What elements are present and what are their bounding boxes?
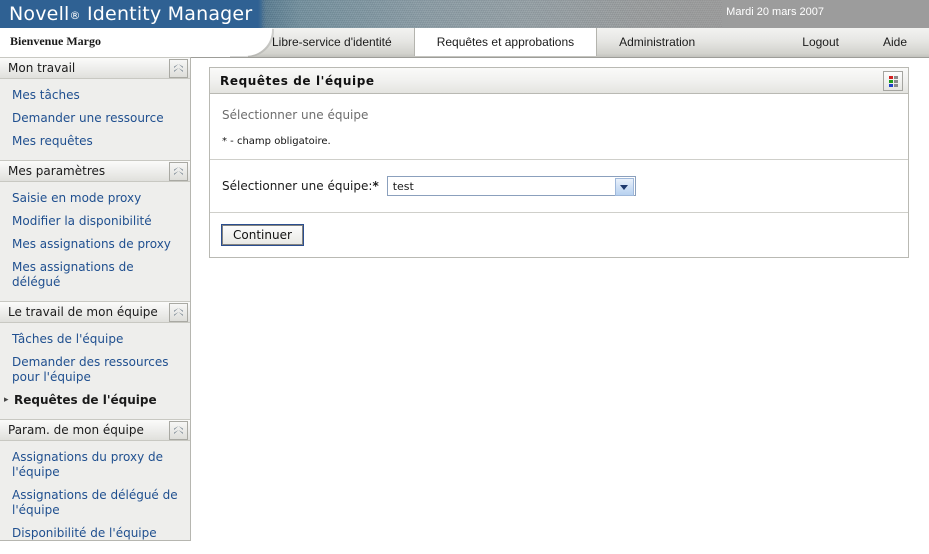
help-link[interactable]: Aide [861,28,929,56]
required-marker: * [372,179,379,193]
welcome-message: Bienvenue Margo [10,34,101,48]
team-select-value: test [392,179,414,193]
page-title: Requêtes de l'équipe [220,73,375,88]
help-label: Aide [882,35,907,49]
chevron-up-icon[interactable] [169,421,188,440]
panel-header: Requêtes de l'équipe [210,68,908,94]
team-select-label-text: Sélectionner une équipe: [222,179,373,193]
grid-cell-red [888,75,893,79]
grid-cell-blue [888,83,893,87]
sidebar-item-mes-requetes[interactable]: Mes requêtes [0,130,190,153]
team-select-dropdown[interactable]: test [386,176,636,196]
sidebar-item-mes-assignations-de-proxy[interactable]: Mes assignations de proxy [0,233,190,256]
banner-texture [262,0,722,28]
sidebar-section-body-mes-parametres: Saisie en mode proxy Modifier la disponi… [0,182,190,301]
sidebar-item-assignations-du-proxy-de-l-equipe[interactable]: Assignations du proxy de l'équipe [0,446,190,484]
tab-administration[interactable]: Administration [597,28,717,56]
sidebar-item-disponibilite-de-l-equipe[interactable]: Disponibilité de l'équipe [0,522,190,540]
sidebar-item-taches-de-l-equipe[interactable]: Tâches de l'équipe [0,328,190,351]
grid-view-glyph [888,75,898,87]
brand-name: Novell [9,3,70,25]
logout-link[interactable]: Logout [780,28,861,56]
sidebar-section-header-mon-travail[interactable]: Mon travail [0,57,190,79]
content-panel: Requêtes de l'équipe Sélectionner une éq… [209,67,909,258]
continue-button[interactable]: Continuer [221,224,304,246]
sidebar-section-header-param-equipe[interactable]: Param. de mon équipe [0,419,190,441]
logout-label: Logout [802,35,839,49]
sidebar-section-body-param-equipe: Assignations du proxy de l'équipe Assign… [0,441,190,540]
tab-label: Administration [619,35,696,49]
sidebar-item-demander-une-ressource[interactable]: Demander une ressource [0,107,190,130]
grid-cell-green [888,79,893,83]
tab-identity-self-service[interactable]: Libre-service d'identité [250,28,414,56]
grid-view-icon[interactable] [883,71,903,91]
current-date: Mardi 20 mars 2007 [726,6,824,18]
sidebar-item-requetes-de-l-equipe[interactable]: Requêtes de l'équipe [0,389,190,412]
grid-cell-gray-1 [893,75,898,79]
sidebar-item-mes-assignations-de-delegue[interactable]: Mes assignations de délégué [0,256,190,294]
chevron-up-icon[interactable] [169,162,188,181]
chevron-down-icon[interactable] [614,178,634,196]
sidebar-item-mes-taches[interactable]: Mes tâches [0,84,190,107]
chevron-up-icon[interactable] [169,59,188,78]
registered-mark-icon: ® [69,9,81,22]
sidebar-section-body-mon-travail: Mes tâches Demander une ressource Mes re… [0,79,190,160]
chevron-up-icon[interactable] [169,303,188,322]
team-select-label: Sélectionner une équipe:* [222,179,379,193]
navigation-sidebar: Mon travail Mes tâches Demander une ress… [0,57,191,541]
sidebar-section-header-travail-equipe[interactable]: Le travail de mon équipe [0,301,190,323]
primary-tabs: Libre-service d'identité Requêtes et app… [250,28,717,56]
sidebar-section-title: Param. de mon équipe [8,423,144,437]
sidebar-section-title: Mes paramètres [8,164,106,178]
grid-cell-gray-2 [893,79,898,83]
tab-label: Libre-service d'identité [272,35,392,49]
tab-requests-and-approvals[interactable]: Requêtes et approbations [413,28,598,56]
tab-strip: Bienvenue Margo Libre-service d'identité… [0,28,929,58]
sidebar-item-modifier-la-disponibilite[interactable]: Modifier la disponibilité [0,210,190,233]
sidebar-item-assignations-de-delegue-de-l-equipe[interactable]: Assignations de délégué de l'équipe [0,484,190,522]
panel-intro: Sélectionner une équipe * - champ obliga… [210,94,908,160]
app-banner: Novell® Identity Manager Mardi 20 mars 2… [0,0,929,28]
product-logo: Novell® Identity Manager [9,3,252,25]
required-field-note: * - champ obligatoire. [222,136,331,147]
sidebar-section-title: Mon travail [8,61,76,75]
team-select-row: Sélectionner une équipe:* test [210,160,908,213]
sidebar-section-body-travail-equipe: Tâches de l'équipe Demander des ressourc… [0,323,190,419]
instruction-text: Sélectionner une équipe [222,108,369,122]
panel-actions: Continuer [210,213,908,257]
sidebar-section-header-mes-parametres[interactable]: Mes paramètres [0,160,190,182]
sidebar-item-demander-des-ressources-pour-l-equipe[interactable]: Demander des ressources pour l'équipe [0,351,190,389]
sidebar-section-title: Le travail de mon équipe [8,305,158,319]
tab-label: Requêtes et approbations [436,35,575,49]
session-links: Logout Aide [780,28,929,56]
product-name: Identity Manager [86,3,253,25]
sidebar-item-saisie-en-mode-proxy[interactable]: Saisie en mode proxy [0,187,190,210]
grid-cell-gray-3 [893,83,898,87]
